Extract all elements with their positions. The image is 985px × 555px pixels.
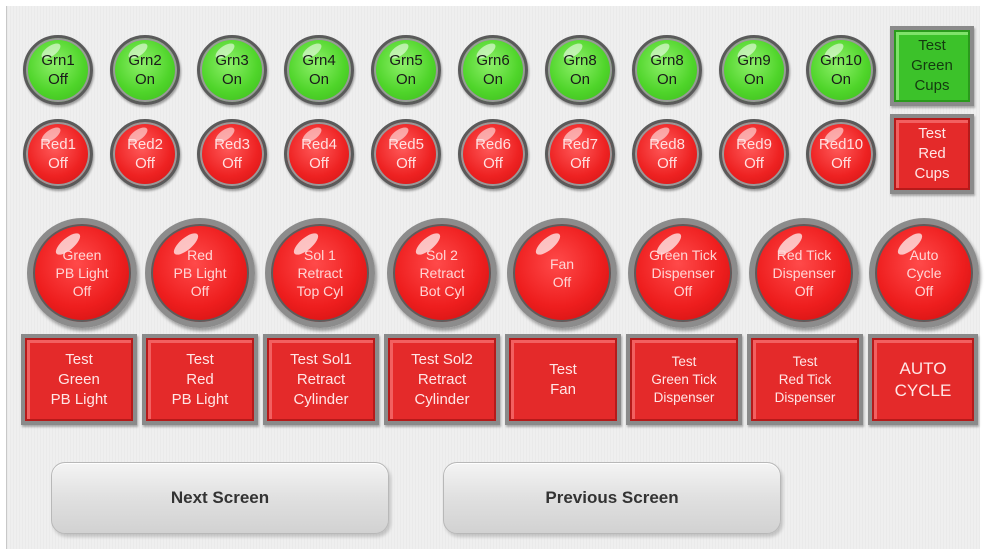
lamp-label: Grn6 On — [476, 52, 510, 88]
red-lamp-4[interactable]: Red4 Off — [284, 119, 354, 189]
red-lamp-3[interactable]: Red3 Off — [197, 119, 267, 189]
red-lamp-10[interactable]: Red10 Off — [806, 119, 876, 189]
green-lamp-7[interactable]: Grn8 On — [545, 35, 615, 105]
pilot-light-label: Auto Cycle Off — [906, 247, 942, 299]
pilot-light-red-pb[interactable]: Red PB Light Off — [145, 218, 255, 328]
green-lamp-4[interactable]: Grn4 On — [284, 35, 354, 105]
pilot-light-fan[interactable]: Fan Off — [507, 218, 617, 328]
test-green-cups-button[interactable]: Test Green Cups — [890, 26, 974, 106]
pilot-light-auto-cycle[interactable]: Auto Cycle Off — [869, 218, 979, 328]
lamp-label: Red9 Off — [736, 136, 772, 172]
green-lamp-2[interactable]: Grn2 On — [110, 35, 180, 105]
lamp-label: Grn2 On — [128, 52, 162, 88]
lamp-label: Grn8 On — [563, 52, 597, 88]
pilot-light-label: Green PB Light Off — [55, 247, 109, 299]
auto-cycle-button[interactable]: AUTO CYCLE — [868, 334, 978, 425]
pilot-light-sol1[interactable]: Sol 1 Retract Top Cyl — [265, 218, 375, 328]
lamp-label: Grn10 On — [820, 52, 862, 88]
test-fan-button[interactable]: Test Fan — [505, 334, 621, 425]
shine-icon — [532, 229, 564, 259]
lamp-label: Red2 Off — [127, 136, 163, 172]
lamp-label: Red3 Off — [214, 136, 250, 172]
pilot-light-sol2[interactable]: Sol 2 Retract Bot Cyl — [387, 218, 497, 328]
lamp-label: Grn5 On — [389, 52, 423, 88]
pilot-light-red-tick[interactable]: Red Tick Dispenser Off — [749, 218, 859, 328]
green-lamp-10[interactable]: Grn10 On — [806, 35, 876, 105]
lamp-label: Red5 Off — [388, 136, 424, 172]
test-green-pb-light-button[interactable]: Test Green PB Light — [21, 334, 137, 425]
test-sol1-retract-button[interactable]: Test Sol1 Retract Cylinder — [263, 334, 379, 425]
green-lamp-1[interactable]: Grn1 Off — [23, 35, 93, 105]
red-lamp-2[interactable]: Red2 Off — [110, 119, 180, 189]
next-screen-button[interactable]: Next Screen — [51, 462, 389, 534]
pilot-light-label: Red PB Light Off — [173, 247, 227, 299]
test-red-cups-button[interactable]: Test Red Cups — [890, 114, 974, 194]
pilot-light-label: Fan Off — [549, 256, 575, 290]
lamp-label: Red1 Off — [40, 136, 76, 172]
lamp-label: Grn1 Off — [41, 52, 75, 88]
green-lamp-3[interactable]: Grn3 On — [197, 35, 267, 105]
pilot-light-label: Sol 2 Retract Bot Cyl — [419, 247, 465, 299]
lamp-label: Red6 Off — [475, 136, 511, 172]
red-lamp-7[interactable]: Red7 Off — [545, 119, 615, 189]
green-lamp-5[interactable]: Grn5 On — [371, 35, 441, 105]
green-lamp-9[interactable]: Grn9 On — [719, 35, 789, 105]
lamp-label: Red10 Off — [818, 136, 864, 172]
test-red-tick-dispenser-button[interactable]: Test Red Tick Dispenser — [747, 334, 863, 425]
lamp-label: Red8 Off — [649, 136, 685, 172]
green-lamp-6[interactable]: Grn6 On — [458, 35, 528, 105]
pilot-light-green-pb[interactable]: Green PB Light Off — [27, 218, 137, 328]
pilot-light-label: Sol 1 Retract Top Cyl — [296, 247, 344, 299]
lamp-label: Grn8 On — [650, 52, 684, 88]
pilot-light-label: Green Tick Dispenser Off — [649, 247, 717, 299]
test-red-pb-light-button[interactable]: Test Red PB Light — [142, 334, 258, 425]
previous-screen-button[interactable]: Previous Screen — [443, 462, 781, 534]
red-lamp-6[interactable]: Red6 Off — [458, 119, 528, 189]
red-lamp-9[interactable]: Red9 Off — [719, 119, 789, 189]
pilot-light-label: Red Tick Dispenser Off — [772, 247, 836, 299]
test-sol2-retract-button[interactable]: Test Sol2 Retract Cylinder — [384, 334, 500, 425]
red-lamp-1[interactable]: Red1 Off — [23, 119, 93, 189]
lamp-label: Red4 Off — [301, 136, 337, 172]
pilot-light-green-tick[interactable]: Green Tick Dispenser Off — [628, 218, 738, 328]
green-lamp-8[interactable]: Grn8 On — [632, 35, 702, 105]
lamp-label: Grn3 On — [215, 52, 249, 88]
lamp-label: Grn4 On — [302, 52, 336, 88]
red-lamp-8[interactable]: Red8 Off — [632, 119, 702, 189]
red-lamp-5[interactable]: Red5 Off — [371, 119, 441, 189]
test-green-tick-dispenser-button[interactable]: Test Green Tick Dispenser — [626, 334, 742, 425]
hmi-screen: Grn1 Off Grn2 On Grn3 On Grn4 On Grn5 On… — [6, 6, 980, 549]
lamp-label: Red7 Off — [562, 136, 598, 172]
lamp-label: Grn9 On — [737, 52, 771, 88]
